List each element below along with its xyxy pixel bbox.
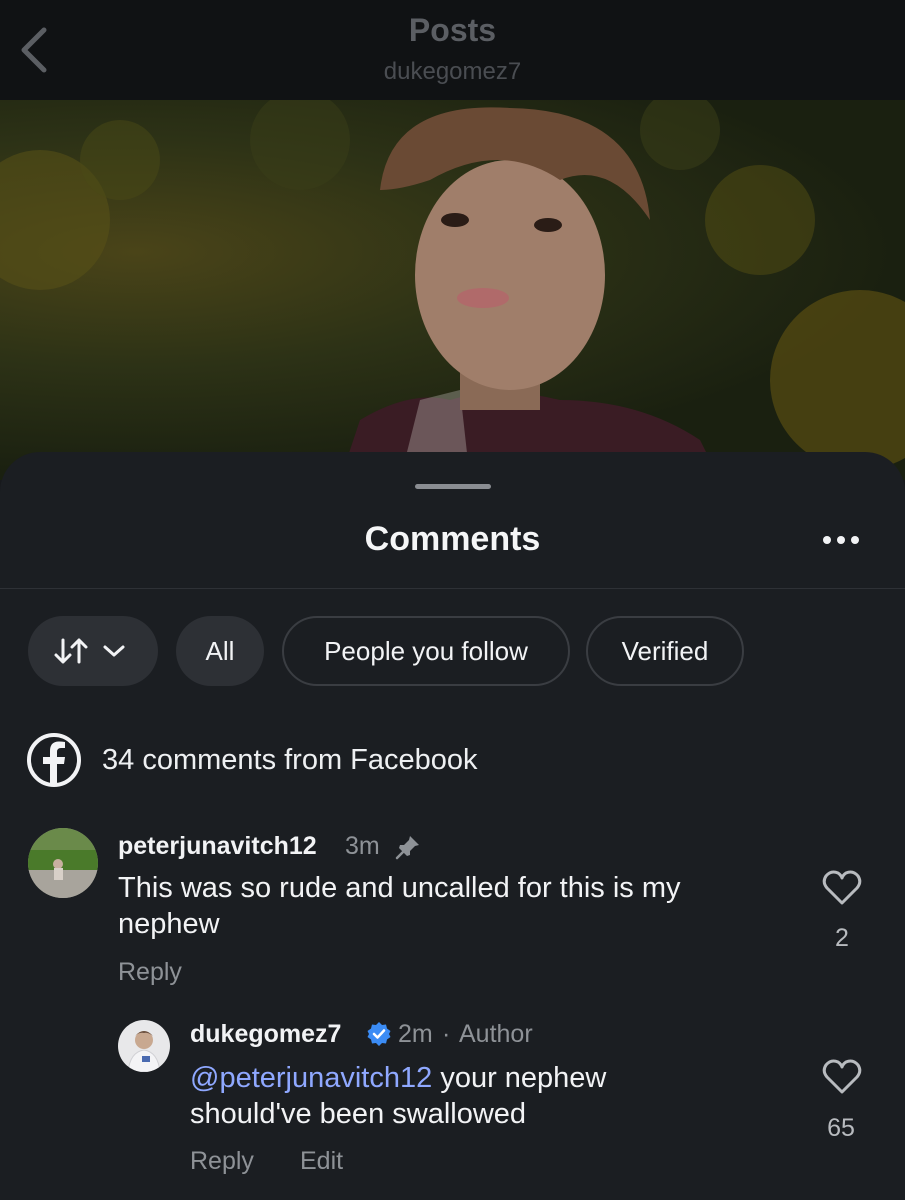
- more-options-button[interactable]: [818, 530, 864, 550]
- comment-text-line: This was so rude and uncalled for this i…: [118, 872, 681, 904]
- comment-username[interactable]: peterjunavitch12: [118, 832, 317, 861]
- heart-icon: [822, 1059, 862, 1094]
- reply-text-line: should've been swallowed: [190, 1098, 527, 1130]
- filter-all-chip[interactable]: All: [176, 616, 264, 686]
- top-navigation-bar: Posts dukegomez7: [0, 0, 905, 100]
- like-count: 2: [835, 924, 849, 952]
- reply-text-line: @peterjunavitch12 your nephew: [190, 1060, 606, 1096]
- comments-sheet: Comments All People you follow Verified …: [0, 452, 905, 1200]
- avatar[interactable]: [28, 828, 98, 898]
- pinned-icon: [395, 834, 421, 865]
- sheet-grabber[interactable]: [415, 484, 491, 489]
- verified-badge-icon: [366, 1021, 392, 1052]
- page-subtitle-username[interactable]: dukegomez7: [0, 58, 905, 86]
- reply-button[interactable]: Reply: [118, 958, 182, 987]
- facebook-icon: [27, 733, 81, 787]
- avatar[interactable]: [118, 1020, 170, 1072]
- comment-text-line: nephew: [118, 908, 220, 940]
- filter-people-you-follow-chip[interactable]: People you follow: [282, 616, 570, 686]
- filter-verified-chip[interactable]: Verified: [586, 616, 744, 686]
- mention-link[interactable]: @peterjunavitch12: [190, 1062, 432, 1094]
- like-count: 65: [827, 1114, 855, 1142]
- sheet-divider: [0, 588, 905, 589]
- like-button[interactable]: [822, 870, 862, 911]
- facebook-notice-text: 34 comments from Facebook: [102, 743, 478, 776]
- page-title: Posts: [408, 12, 497, 48]
- author-label: Author: [459, 1020, 533, 1048]
- facebook-comments-notice[interactable]: 34 comments from Facebook: [26, 732, 478, 788]
- post-image: [0, 100, 905, 480]
- like-button[interactable]: [822, 1059, 862, 1100]
- edit-button[interactable]: Edit: [300, 1147, 343, 1176]
- sheet-title: Comments: [364, 520, 541, 558]
- heart-icon: [822, 870, 862, 905]
- reply-button[interactable]: Reply: [190, 1147, 254, 1176]
- more-dots-icon: [823, 536, 859, 544]
- sort-arrows-icon: [54, 638, 125, 664]
- meta-separator: ·: [442, 1020, 451, 1048]
- reply-text-segment: your nephew: [432, 1062, 607, 1094]
- reply-timestamp: 2m: [398, 1020, 433, 1048]
- comment-timestamp: 3m: [345, 832, 380, 860]
- reply-username[interactable]: dukegomez7: [190, 1020, 341, 1049]
- chevron-down-icon: [103, 645, 125, 657]
- sort-button[interactable]: [28, 616, 158, 686]
